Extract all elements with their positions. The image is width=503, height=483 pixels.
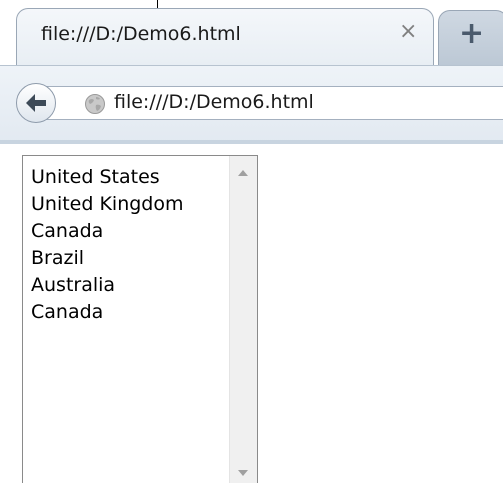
list-item[interactable]: Australia — [31, 272, 231, 299]
close-tab-icon[interactable]: × — [399, 21, 417, 43]
list-item[interactable]: Canada — [31, 299, 231, 326]
scroll-up-arrow-icon[interactable] — [238, 170, 248, 176]
browser-window: file:///D:/Demo6.html × + file:///D:/Dem… — [0, 0, 503, 483]
back-arrow-icon — [26, 94, 46, 112]
tab-strip: file:///D:/Demo6.html × + — [0, 0, 503, 66]
list-item[interactable]: United Kingdom — [31, 191, 231, 218]
list-item[interactable]: Canada — [31, 218, 231, 245]
back-button[interactable] — [16, 83, 56, 123]
listbox-items: United States United Kingdom Canada Braz… — [31, 164, 231, 326]
url-text[interactable]: file:///D:/Demo6.html — [114, 91, 314, 113]
new-tab-button[interactable]: + — [438, 10, 503, 66]
globe-icon — [85, 94, 105, 114]
tab-demo6[interactable]: file:///D:/Demo6.html × — [16, 8, 434, 66]
tab-title: file:///D:/Demo6.html — [41, 23, 241, 45]
plus-icon: + — [459, 16, 485, 51]
scroll-down-arrow-icon[interactable] — [238, 470, 248, 476]
list-item[interactable]: Brazil — [31, 245, 231, 272]
list-item[interactable]: United States — [31, 164, 231, 191]
listbox-scrollbar[interactable] — [229, 156, 257, 483]
country-listbox[interactable]: United States United Kingdom Canada Braz… — [22, 155, 258, 483]
